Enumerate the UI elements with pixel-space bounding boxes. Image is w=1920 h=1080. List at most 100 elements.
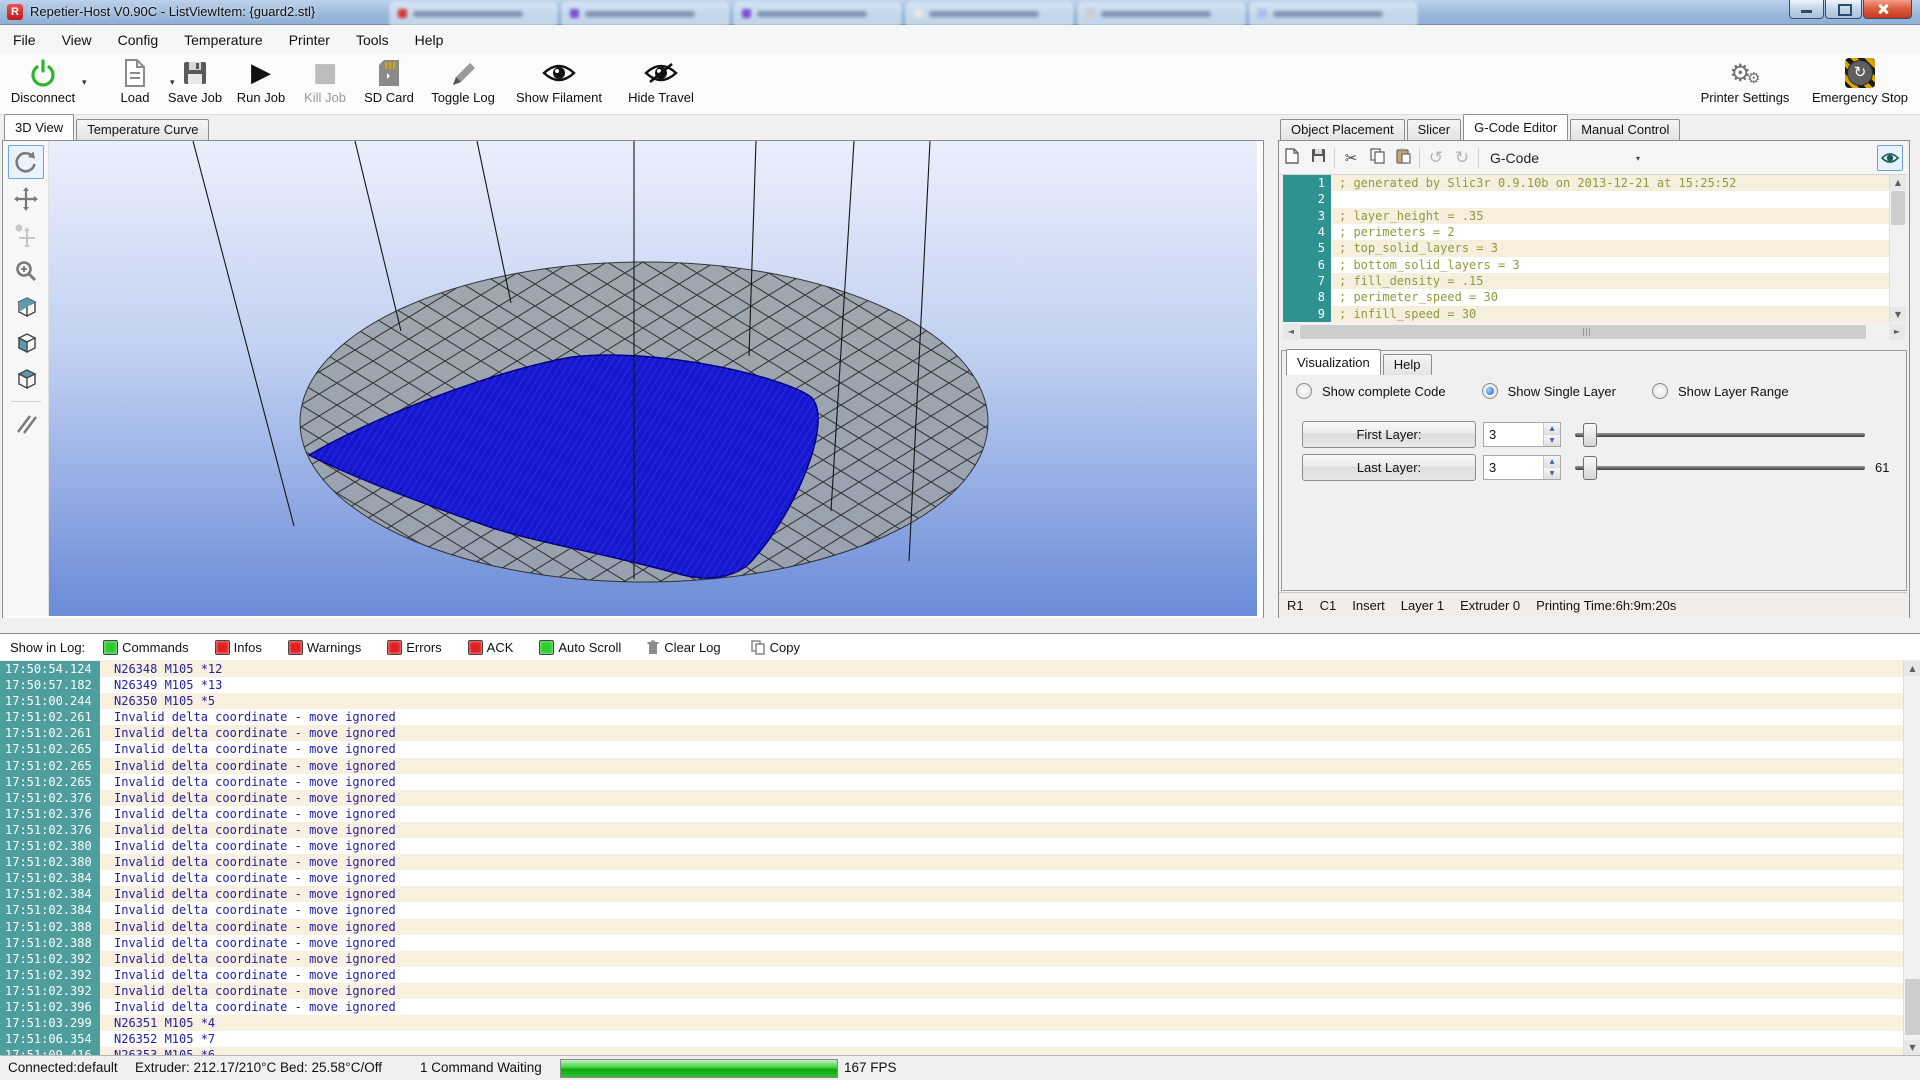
scroll-left-icon[interactable]: ◄ [1283, 324, 1299, 340]
menu-view[interactable]: View [49, 32, 105, 48]
first-layer-slider[interactable] [1575, 422, 1865, 447]
filter-auto-scroll[interactable]: Auto Scroll [539, 640, 621, 655]
log-splitter[interactable] [0, 618, 1920, 634]
log-row[interactable]: 17:51:02.261Invalid delta coordinate - m… [0, 709, 1903, 725]
radio-show-layer-range[interactable] [1652, 383, 1668, 399]
isometric-view-button[interactable] [9, 291, 43, 323]
filter-commands[interactable]: Commands [103, 640, 188, 655]
clear-log-button[interactable]: Clear Log [647, 640, 720, 655]
show-code-visualization-toggle[interactable] [1877, 145, 1903, 171]
close-button[interactable] [1863, 0, 1912, 19]
log-row[interactable]: 17:51:02.388Invalid delta coordinate - m… [0, 935, 1903, 951]
menu-config[interactable]: Config [105, 32, 171, 48]
gcode-line[interactable]: 4; perimeters = 2 [1283, 224, 1889, 240]
gcode-lines[interactable]: 1; generated by Slic3r 0.9.10b on 2013-1… [1283, 175, 1889, 322]
3d-scene[interactable] [49, 141, 1257, 616]
log-row[interactable]: 17:51:06.354N26352 M105 *7 [0, 1031, 1903, 1047]
toggle-log-button[interactable]: Toggle Log [420, 56, 506, 112]
filter-infos[interactable]: Infos [215, 640, 262, 655]
gcode-line[interactable]: 3; layer_height = .35 [1283, 208, 1889, 224]
radio-show-single-layer[interactable] [1482, 383, 1498, 399]
log-row[interactable]: 17:51:02.261Invalid delta coordinate - m… [0, 725, 1903, 741]
copy-icon[interactable] [1364, 148, 1390, 168]
scroll-thumb[interactable] [1905, 979, 1920, 1035]
rotate-view-button[interactable] [8, 145, 44, 179]
emergency-stop-button[interactable]: ↻ Emergency Stop [1810, 56, 1910, 112]
gcode-line[interactable]: 5; top_solid_layers = 3 [1283, 240, 1889, 256]
gcode-horizontal-scrollbar[interactable]: ◄ ► [1283, 324, 1905, 340]
menu-temperature[interactable]: Temperature [171, 32, 276, 48]
tab-visualization[interactable]: Visualization [1286, 349, 1381, 375]
copy-log-button[interactable]: Copy [751, 640, 800, 655]
spin-up-icon[interactable]: ▲ [1543, 423, 1560, 435]
log-row[interactable]: 17:51:02.392Invalid delta coordinate - m… [0, 983, 1903, 999]
first-layer-value[interactable]: 3 [1489, 427, 1496, 442]
radio-label[interactable]: Show complete Code [1322, 384, 1446, 399]
front-view-button[interactable] [9, 327, 43, 359]
disconnect-dropdown-caret[interactable]: ▾ [82, 78, 87, 88]
log-row[interactable]: 17:50:57.182N26349 M105 *13 [0, 677, 1903, 693]
minimize-button[interactable] [1789, 0, 1824, 19]
tab-slicer[interactable]: Slicer [1407, 119, 1462, 140]
menu-tools[interactable]: Tools [343, 32, 402, 48]
log-row[interactable]: 17:51:02.265Invalid delta coordinate - m… [0, 758, 1903, 774]
paste-icon[interactable] [1390, 148, 1416, 168]
log-row[interactable]: 17:51:02.384Invalid delta coordinate - m… [0, 902, 1903, 918]
last-layer-spinner[interactable]: 3 ▲▼ [1483, 455, 1561, 480]
log-row[interactable]: 17:51:02.392Invalid delta coordinate - m… [0, 951, 1903, 967]
tab-object-placement[interactable]: Object Placement [1280, 119, 1405, 140]
log-row[interactable]: 17:51:02.388Invalid delta coordinate - m… [0, 919, 1903, 935]
show-filament-button[interactable]: Show Filament [516, 56, 602, 112]
cut-icon[interactable]: ✂ [1338, 149, 1364, 167]
last-layer-slider[interactable] [1575, 455, 1865, 480]
top-view-button[interactable] [9, 363, 43, 395]
radio-show-complete-code[interactable] [1296, 383, 1312, 399]
gcode-line[interactable]: 1; generated by Slic3r 0.9.10b on 2013-1… [1283, 175, 1889, 191]
log-row[interactable]: 17:51:02.376Invalid delta coordinate - m… [0, 790, 1903, 806]
save-file-icon[interactable] [1305, 148, 1331, 167]
tab-gcode-editor[interactable]: G-Code Editor [1463, 114, 1568, 140]
filter-warnings[interactable]: Warnings [288, 640, 361, 655]
slider-thumb[interactable] [1583, 423, 1597, 447]
filter-ack[interactable]: ACK [468, 640, 514, 655]
menu-help[interactable]: Help [402, 32, 457, 48]
log-row[interactable]: 17:51:02.396Invalid delta coordinate - m… [0, 999, 1903, 1015]
tab-3d-view[interactable]: 3D View [4, 114, 74, 140]
title-bar[interactable]: R Repetier-Host V0.90C - ListViewItem: {… [0, 0, 1920, 25]
radio-label[interactable]: Show Layer Range [1678, 384, 1789, 399]
log-list[interactable]: 17:50:54.124N26348 M105 *1217:50:57.182N… [0, 661, 1903, 1055]
gcode-line[interactable]: 2 [1283, 191, 1889, 207]
log-row[interactable]: 17:51:00.244N26350 M105 *5 [0, 693, 1903, 709]
filter-errors[interactable]: Errors [387, 640, 441, 655]
gcode-line[interactable]: 6; bottom_solid_layers = 3 [1283, 257, 1889, 273]
scroll-up-icon[interactable]: ▲ [1904, 661, 1920, 676]
slider-thumb[interactable] [1583, 456, 1597, 480]
spin-down-icon[interactable]: ▼ [1543, 435, 1560, 447]
log-row[interactable]: 17:51:02.265Invalid delta coordinate - m… [0, 741, 1903, 757]
zoom-button[interactable] [9, 255, 43, 287]
menu-printer[interactable]: Printer [276, 32, 343, 48]
gcode-line[interactable]: 9; infill_speed = 30 [1283, 306, 1889, 322]
gcode-type-dropdown[interactable]: G-Code ▾ [1490, 150, 1640, 166]
printer-settings-button[interactable]: ⚙⚙ Printer Settings [1697, 56, 1793, 112]
log-row[interactable]: 17:51:02.265Invalid delta coordinate - m… [0, 774, 1903, 790]
last-layer-value[interactable]: 3 [1489, 460, 1496, 475]
first-layer-button[interactable]: First Layer: [1302, 421, 1476, 448]
spin-down-icon[interactable]: ▼ [1543, 468, 1560, 480]
gcode-vertical-scrollbar[interactable]: ▲ ▼ [1889, 175, 1906, 322]
log-row[interactable]: 17:51:09.416N26353 M105 *6 [0, 1047, 1903, 1055]
log-row[interactable]: 17:51:03.299N26351 M105 *4 [0, 1015, 1903, 1031]
restore-button[interactable] [1825, 0, 1862, 19]
log-row[interactable]: 17:51:02.380Invalid delta coordinate - m… [0, 854, 1903, 870]
log-row[interactable]: 17:51:02.380Invalid delta coordinate - m… [0, 838, 1903, 854]
last-layer-button[interactable]: Last Layer: [1302, 454, 1476, 481]
log-row[interactable]: 17:51:02.392Invalid delta coordinate - m… [0, 967, 1903, 983]
disconnect-button[interactable]: Disconnect ▾ [0, 56, 86, 112]
tab-help[interactable]: Help [1383, 354, 1432, 375]
first-layer-spinner[interactable]: 3 ▲▼ [1483, 422, 1561, 447]
scroll-thumb[interactable] [1300, 325, 1866, 339]
scroll-up-icon[interactable]: ▲ [1890, 175, 1906, 190]
log-row[interactable]: 17:51:02.384Invalid delta coordinate - m… [0, 886, 1903, 902]
menu-file[interactable]: File [0, 32, 49, 48]
gcode-line[interactable]: 7; fill_density = .15 [1283, 273, 1889, 289]
